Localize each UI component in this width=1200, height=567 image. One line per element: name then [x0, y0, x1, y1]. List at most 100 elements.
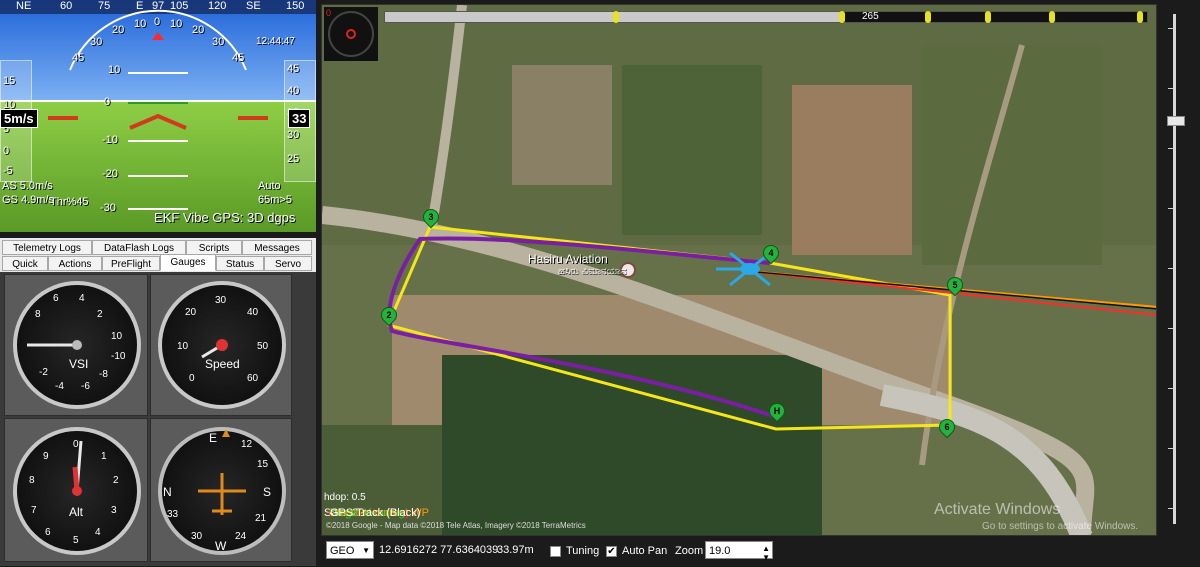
tab-telemetry-logs[interactable]: Telemetry Logs: [2, 240, 92, 255]
speed-number: 60: [247, 373, 259, 384]
pitch-line: [128, 102, 188, 104]
hud-groundspeed: GS 4.9m/s: [2, 194, 54, 206]
pitch-line: [128, 175, 188, 177]
speed-number: 30: [215, 295, 227, 306]
tuning-label: Tuning: [566, 545, 600, 557]
alt-number: 1: [101, 451, 107, 462]
zoom-slider[interactable]: [1160, 8, 1190, 532]
vsi-number: -8: [99, 369, 108, 380]
pitch-number: 10: [108, 64, 121, 76]
tab-servo[interactable]: Servo: [264, 256, 312, 271]
tab-status[interactable]: Status: [216, 256, 264, 271]
waypoint-number: 6: [944, 422, 950, 432]
zoom-input[interactable]: 19.0 ▲ ▼: [705, 541, 773, 562]
alt-number: 5: [73, 535, 79, 546]
vsi-number: -2: [39, 367, 48, 378]
zoom-spinner-down-icon[interactable]: ▼: [762, 549, 770, 567]
coord-system-value: GEO: [330, 545, 355, 557]
tab-dataflash-logs[interactable]: DataFlash Logs: [92, 240, 186, 255]
vsi-number: 4: [79, 293, 85, 304]
waypoint-number: 2: [386, 310, 392, 320]
zoom-tick: [1168, 268, 1174, 269]
heading-number: 24: [235, 531, 247, 542]
speed-number: 0: [189, 373, 195, 384]
altitude-box: 33: [288, 109, 311, 128]
speed-label: Speed: [205, 357, 240, 371]
pitch-number: -10: [102, 134, 118, 146]
hud-flight-mode: Auto: [258, 180, 281, 192]
zoom-tick: [1168, 148, 1174, 149]
alt-number: 0: [73, 439, 79, 450]
speed-tape-value: 0: [3, 145, 10, 157]
speed-gauge: 10 20 30 40 50 60 0 Speed: [150, 274, 292, 416]
tab-quick[interactable]: Quick: [2, 256, 48, 271]
zoom-tick: [1168, 28, 1174, 29]
watermark-title: Activate Windows: [934, 501, 1061, 518]
waypoint-number: 4: [768, 248, 774, 258]
alt-number: 7: [31, 505, 37, 516]
vsi-number: 10: [111, 331, 123, 342]
alt-number: 3: [111, 505, 117, 516]
coordinates-readout: 12.6916272 77.6364039: [379, 544, 499, 556]
alt-number: 2: [113, 475, 119, 486]
hud-airspeed: AS 5.0m/s: [2, 180, 53, 192]
progress-waypoint-marker: [925, 11, 931, 23]
zoom-slider-thumb[interactable]: [1167, 116, 1185, 126]
map-copyright: ©2018 Google - Map data ©2018 Tele Atlas…: [326, 521, 586, 530]
roll-pointer: [152, 32, 164, 40]
heading-number: S: [263, 485, 272, 499]
coord-system-select[interactable]: GEO ▼: [326, 541, 374, 559]
progress-waypoint-marker: [839, 11, 845, 23]
waypoint-number: 5: [952, 280, 958, 290]
hdop-readout: hdop: 0.5: [324, 492, 366, 503]
vsi-number: -6: [81, 381, 90, 392]
roll-label: 20: [192, 24, 205, 36]
vsi-number: 8: [35, 309, 41, 320]
roll-label: 20: [112, 24, 125, 36]
vertical-speed-box: 5m/s: [0, 109, 38, 128]
roll-label: 30: [90, 36, 103, 48]
alt-number: 8: [29, 475, 35, 486]
speed-tape-value: 15: [3, 75, 16, 87]
alt-tape-value: 25: [287, 153, 300, 165]
heading-number: 12: [241, 439, 253, 450]
alt-tape-value: 40: [287, 85, 300, 97]
speed-number: 40: [247, 307, 259, 318]
roll-label: 10: [170, 18, 183, 30]
progress-value: 265: [862, 11, 879, 22]
zoom-tick: [1168, 88, 1174, 89]
autopan-checkbox[interactable]: ✔: [606, 546, 617, 557]
watermark-subtitle: Go to settings to activate Windows.: [982, 521, 1139, 532]
speed-number: 20: [185, 307, 197, 318]
vsi-number: 6: [53, 293, 59, 304]
tab-messages[interactable]: Messages: [242, 240, 312, 255]
tuning-checkbox[interactable]: [550, 546, 561, 557]
map-view[interactable]: 0 265 2 3 4 5 6 H Hasiru Aviation ಹಸಿರು …: [321, 4, 1157, 536]
vsi-number: -4: [55, 381, 64, 392]
zoom-value: 19.0: [709, 545, 731, 557]
roll-label: 45: [72, 52, 85, 64]
zoom-tick: [1168, 508, 1174, 509]
pitch-number: -20: [102, 168, 118, 180]
vsi-needle: [27, 340, 82, 350]
chevron-down-icon: ▼: [362, 546, 370, 555]
roll-label: 45: [232, 52, 245, 64]
mission-progress-bar[interactable]: [384, 11, 1148, 23]
alt-number: 9: [43, 451, 49, 462]
place-name: Hasiru Aviation: [528, 252, 608, 266]
progress-waypoint-marker: [985, 11, 991, 23]
heading-gauge: E 12 15 S 21 24 W 30 33 N: [150, 418, 292, 562]
heading-number: 30: [191, 531, 203, 542]
vsi-number: 2: [97, 309, 103, 320]
altitude-readout: 33.97m: [497, 544, 534, 556]
tab-preflight[interactable]: PreFlight: [102, 256, 160, 271]
pitch-line: [128, 140, 188, 142]
tab-actions[interactable]: Actions: [48, 256, 102, 271]
pitch-line: [128, 72, 188, 74]
vsi-number: -10: [111, 351, 126, 362]
speed-tape-value: -5: [3, 165, 13, 177]
hud-panel: NE 60 75 E 97 105 120 SE 150 45 30 20 10…: [0, 0, 316, 232]
tab-scripts[interactable]: Scripts: [186, 240, 242, 255]
tab-gauges[interactable]: Gauges: [160, 254, 216, 271]
gauges-panel: 2 4 6 8 10 -2 -4 -6 -8 -10 VSI 10 20 30 …: [0, 272, 316, 566]
